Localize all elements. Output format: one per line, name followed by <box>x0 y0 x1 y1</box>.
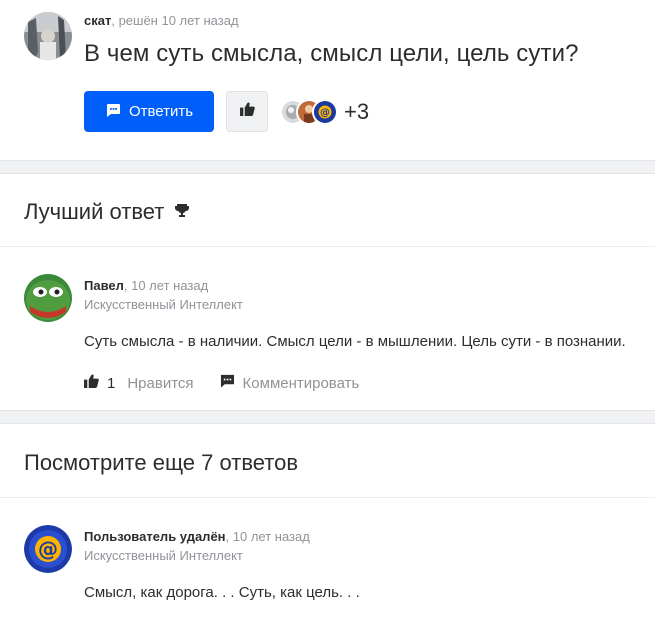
divider <box>0 497 655 498</box>
like-action[interactable]: 1 Нравится <box>84 374 194 392</box>
thumbs-up-icon <box>239 102 255 121</box>
more-answers-heading-text: Посмотрите еще 7 ответов <box>24 450 299 475</box>
question-author-name[interactable]: скат <box>84 13 111 28</box>
likers-more-count[interactable]: +3 <box>344 99 369 125</box>
chat-bubble-icon <box>105 102 121 122</box>
section-separator <box>0 410 655 424</box>
answer-meta: Пользователь удалён, 10 лет назад <box>84 529 310 544</box>
like-label: Нравится <box>127 374 194 392</box>
question-meta: скат, решён 10 лет назад <box>84 13 239 28</box>
best-answer-heading: Лучший ответ <box>24 199 190 225</box>
liker-avatar: @ <box>312 99 338 125</box>
answer-text: Смысл, как дорога. . . Суть, как цель. .… <box>84 584 360 601</box>
best-answer-author-avatar[interactable] <box>24 274 72 322</box>
best-answer-meta: Павел, 10 лет назад <box>84 278 208 293</box>
svg-text:@: @ <box>320 108 330 119</box>
comment-action[interactable]: Комментировать <box>220 374 360 392</box>
question-block: скат, решён 10 лет назад В чем суть смыс… <box>0 0 655 160</box>
answer-author-name[interactable]: Пользователь удалён <box>84 529 226 544</box>
best-answer-heading-text: Лучший ответ <box>24 199 165 224</box>
reply-button[interactable]: Ответить <box>84 91 214 132</box>
question-author-avatar[interactable] <box>24 12 72 60</box>
trophy-icon <box>174 199 190 225</box>
answer-author-rank: Искусственный Интеллект <box>84 548 243 563</box>
divider <box>0 246 655 247</box>
best-answer-actions: 1 Нравится Комментировать <box>84 374 359 392</box>
best-answer-author-rank: Искусственный Интеллект <box>84 297 243 312</box>
question-like-button[interactable] <box>226 91 268 132</box>
comment-icon <box>220 374 235 392</box>
thumbs-up-icon <box>84 374 99 392</box>
best-answer-text: Суть смысла - в наличии. Смысл цели - в … <box>84 333 626 350</box>
best-answer-author-name[interactable]: Павел <box>84 278 124 293</box>
section-separator <box>0 160 655 174</box>
more-answers-heading: Посмотрите еще 7 ответов <box>24 450 298 476</box>
like-count: 1 <box>107 374 116 392</box>
svg-text:@: @ <box>38 537 58 561</box>
answer-author-avatar[interactable]: @ <box>24 525 72 573</box>
reply-button-label: Ответить <box>128 103 194 120</box>
comment-label: Комментировать <box>242 374 360 392</box>
question-title: В чем суть смысла, смысл цели, цель сути… <box>84 40 579 67</box>
question-status: , решён 10 лет назад <box>111 13 239 28</box>
answer-time: , 10 лет назад <box>225 529 310 544</box>
best-answer-time: , 10 лет назад <box>123 278 209 293</box>
